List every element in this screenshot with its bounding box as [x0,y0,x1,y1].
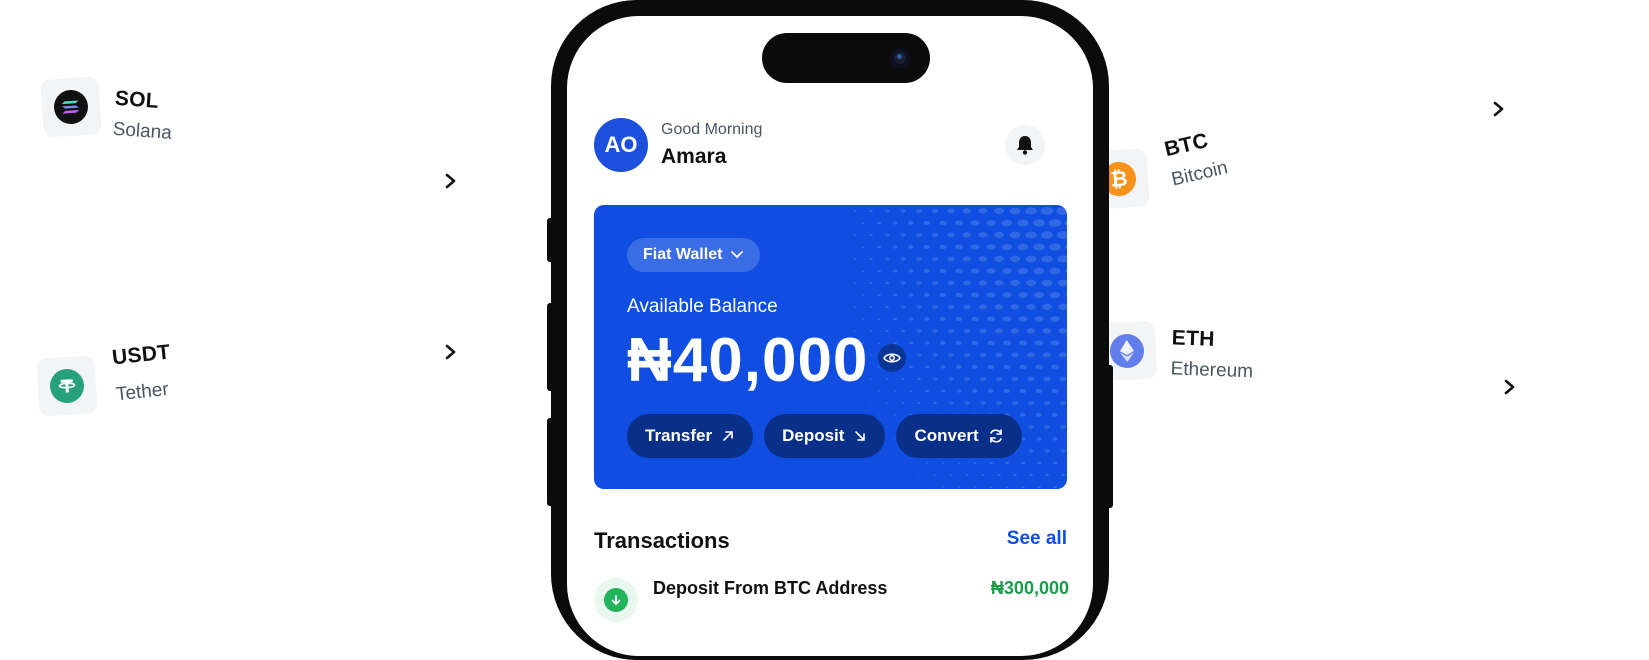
coin-card-usdt[interactable]: USDT Tether [37,356,98,417]
greeting-text: Good Morning [661,121,762,139]
deposit-label: Deposit [782,426,844,446]
coin-card-sol[interactable]: SOL Solana [40,76,102,138]
coin-symbol: ETH [1171,326,1254,353]
refresh-icon [988,428,1004,444]
convert-button[interactable]: Convert [896,414,1021,458]
user-name: Amara [661,145,726,169]
see-all-link[interactable]: See all [1007,528,1067,550]
eye-icon [883,352,901,364]
phone-side-button [547,218,555,262]
wallet-selector[interactable]: Fiat Wallet [627,238,760,272]
coin-icon-box [40,76,102,138]
avatar[interactable]: AO [594,118,648,172]
phone-side-button [547,418,555,506]
phone-frame: AO Good Morning Amara Fiat Wallet Availa… [551,0,1109,660]
wallet-selector-label: Fiat Wallet [643,246,722,264]
coin-name: Ethereum [1170,358,1253,383]
arrow-up-right-icon [721,429,735,443]
coin-symbol: BTC [1162,126,1223,162]
arrow-down-icon [610,594,622,606]
dynamic-island [762,33,930,83]
transactions-title: Transactions [594,528,730,554]
transaction-label: Deposit From BTC Address [653,578,887,599]
notification-button[interactable] [1005,125,1045,165]
phone-side-button [547,303,555,391]
deposit-button[interactable]: Deposit [764,414,885,458]
transaction-row[interactable]: Deposit From BTC Address ₦300,000 [594,576,1069,626]
transfer-button[interactable]: Transfer [627,414,753,458]
transaction-amount: ₦300,000 [991,578,1069,599]
chevron-down-icon [730,250,744,260]
transaction-icon [594,578,638,622]
coin-symbol: USDT [111,341,172,371]
coin-icon-box [37,356,98,417]
bell-icon [1015,134,1035,156]
balance-amount: ₦40,000 [627,325,868,396]
chevron-right-icon[interactable] [1501,378,1519,396]
card-actions: Transfer Deposit Convert [627,414,1022,458]
phone-screen: AO Good Morning Amara Fiat Wallet Availa… [567,16,1093,656]
coin-name: Tether [115,378,175,406]
coin-symbol: SOL [114,87,175,115]
camera-icon [890,48,910,68]
chevron-right-icon[interactable] [442,172,460,190]
chevron-right-icon[interactable] [442,343,460,361]
coin-name: Solana [112,119,173,145]
chevron-right-icon[interactable] [1490,100,1508,118]
balance-card: Fiat Wallet Available Balance ₦40,000 Tr… [594,205,1067,489]
phone-side-button [1105,365,1113,508]
coin-name: Bitcoin [1170,157,1231,191]
toggle-visibility-button[interactable] [878,344,906,372]
tether-icon [49,368,85,404]
transfer-label: Transfer [645,426,712,446]
ethereum-icon [1109,333,1144,368]
solana-icon [53,89,89,125]
convert-label: Convert [914,426,978,446]
arrow-down-right-icon [853,429,867,443]
balance-label: Available Balance [627,296,778,318]
